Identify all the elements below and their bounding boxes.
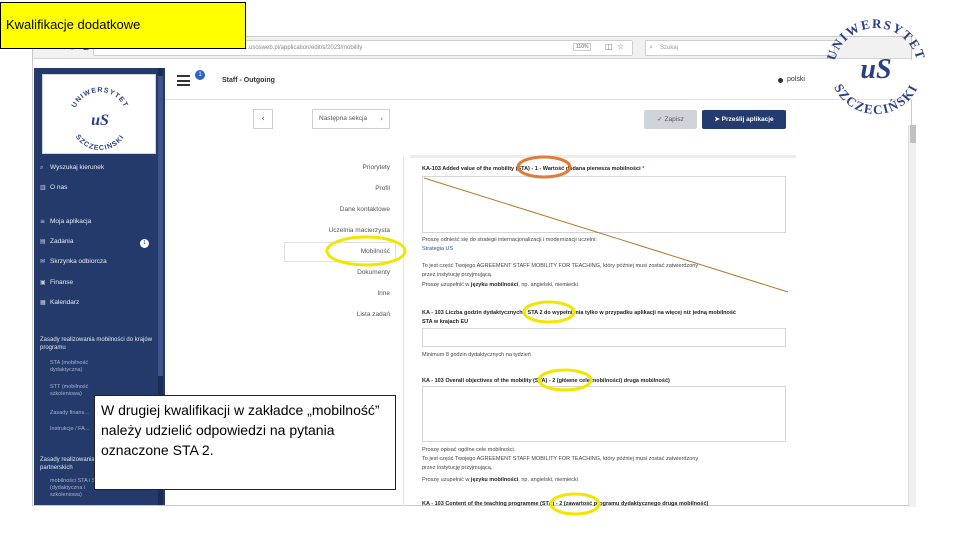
question-3-answer[interactable]: [422, 386, 786, 442]
tab-documents[interactable]: Dokumenty: [282, 269, 390, 276]
question-4-label: KA - 103 Content of the teaching program…: [422, 501, 709, 507]
slide-title: Kwalifikacje dodatkowe: [0, 2, 246, 49]
sidebar-item-finance[interactable]: ▣ Finanse: [40, 279, 73, 286]
question-3-help-3: przez instytucję przyjmującą.: [422, 465, 493, 471]
search-icon: ⌕: [649, 44, 653, 51]
svg-text:SZCZECIŃSKI: SZCZECIŃSKI: [831, 81, 920, 117]
sidebar-item-inbox[interactable]: ✉ Skrzynka odbiorcza: [40, 258, 107, 265]
zoom-level[interactable]: 110%: [573, 43, 592, 51]
language-selector[interactable]: polski: [787, 76, 805, 83]
url-text: ...usosweb.pl/application/edit/s/2023/mo…: [244, 45, 363, 51]
page-scroll-thumb[interactable]: [910, 125, 916, 143]
tab-priorities[interactable]: Priorytety: [282, 164, 390, 171]
search-placeholder: Szukaj: [660, 45, 679, 51]
sidebar-link-sta[interactable]: STA (mobilność dydaktyczna): [50, 360, 110, 374]
question-2-label: KA - 103 Liczba godzin dydaktycznych - S…: [422, 310, 736, 316]
bookmark-star-icon[interactable]: ☆: [617, 42, 624, 51]
tab-contact-data[interactable]: Dane kontaktowe: [282, 206, 390, 213]
chevron-right-icon: ›: [380, 115, 383, 123]
page-scrollbar[interactable]: [908, 125, 916, 507]
tab-other[interactable]: Inne: [282, 290, 390, 297]
browser-search-input[interactable]: ⌕ Szukaj: [645, 40, 835, 56]
form-top-rule: [410, 155, 796, 158]
next-section-button[interactable]: Następna sekcja ›: [312, 109, 390, 129]
question-3-label: KA - 103 Overall objectives of the mobil…: [422, 378, 670, 384]
save-button[interactable]: ✓ Zapisz: [644, 110, 697, 129]
sidebar-item-my-application[interactable]: ≡ Moja aplikacja: [40, 218, 91, 225]
chevron-left-icon: ‹: [261, 114, 265, 124]
user-status-icon: [778, 78, 783, 83]
question-2-help: Minimum 8 godzin dydaktycznych na tydzie…: [422, 352, 531, 358]
mailbox-icon: ✉: [40, 258, 46, 265]
question-3-help-2: To jest część Twojego AGREEMENT STAFF MO…: [422, 456, 699, 462]
money-icon: ▣: [40, 279, 46, 286]
calendar-icon: ▦: [40, 299, 46, 306]
svg-text:SZCZECIŃSKI: SZCZECIŃSKI: [74, 134, 126, 152]
tab-task-list[interactable]: Lista zadań: [282, 311, 390, 318]
hamburger-menu-icon[interactable]: [177, 75, 190, 86]
search-icon: ⌕: [40, 164, 44, 171]
sidebar-item-search[interactable]: ⌕ Wyszukaj kierunek: [40, 164, 104, 172]
app-header: 1 Staff - Outgoing polski: [165, 60, 913, 100]
tasks-count-badge: 1: [140, 239, 149, 248]
strategy-link[interactable]: Strategia US: [422, 245, 453, 253]
sidebar-scroll-thumb[interactable]: [158, 76, 163, 376]
question-2-answer[interactable]: [422, 328, 786, 347]
question-3-help-1: Proszę opisać ogólne cele mobilności.: [422, 447, 516, 453]
pocket-icon[interactable]: ◫: [605, 42, 613, 51]
question-1-help-3: przez instytucję przyjmującą.: [422, 272, 493, 278]
back-button[interactable]: ‹: [253, 109, 273, 129]
app-header-title: Staff - Outgoing: [222, 77, 275, 84]
question-3-help-4: Proszę uzupełnić w języku mobilności, np…: [422, 477, 578, 483]
svg-text:UNIWERSYTET: UNIWERSYTET: [71, 87, 129, 109]
question-1-label: KA-103 Added value of the mobility (STA)…: [422, 166, 645, 172]
question-1-help-1: Proszę odnieść się do strategii internac…: [422, 237, 597, 243]
submit-application-button[interactable]: ➤ Prześlij aplikacje: [702, 110, 786, 129]
inbox-icon: ▤: [40, 238, 46, 245]
tabs-divider: [403, 157, 404, 507]
presentation-slide: ← → ↻ ⌂ ...usosweb.pl/application/edit/s…: [0, 0, 960, 540]
tab-home-university[interactable]: Uczelnia macierzysta: [282, 227, 390, 234]
question-1-help-2: To jest część Twojego AGREEMENT STAFF MO…: [422, 263, 699, 269]
question-1-answer[interactable]: [422, 176, 786, 233]
list-icon: ≡: [40, 218, 46, 225]
university-logo-large-icon: UNIWERSYTET SZCZECIŃSKI uS: [823, 16, 927, 117]
sidebar-item-about[interactable]: ▥ O nas: [40, 184, 67, 191]
instruction-callout: W drugiej kwalifikacji w zakładce „mobil…: [94, 395, 396, 490]
university-logo-icon: UNIWERSYTET SZCZECIŃSKI uS: [71, 87, 129, 152]
tab-profile[interactable]: Profil: [282, 185, 390, 192]
question-2-label-2: STA w krajach EU: [422, 319, 469, 325]
sidebar-item-calendar[interactable]: ▦ Kalendarz: [40, 299, 79, 306]
question-1-help-4: Proszę uzupełnić w języku mobilności, np…: [422, 282, 578, 288]
bank-icon: ▥: [40, 184, 46, 191]
svg-text:uS: uS: [91, 112, 109, 129]
sidebar-logo[interactable]: UNIWERSYTET SZCZECIŃSKI uS: [42, 74, 156, 154]
tab-mobility[interactable]: Mobilność: [282, 248, 390, 255]
sidebar-item-tasks[interactable]: ▤ Zadania: [40, 238, 74, 245]
notification-badge[interactable]: 1: [195, 70, 205, 80]
svg-text:uS: uS: [860, 54, 891, 85]
sidebar-section-program-countries: Zasady realizowania mobilności do krajów…: [40, 337, 153, 351]
